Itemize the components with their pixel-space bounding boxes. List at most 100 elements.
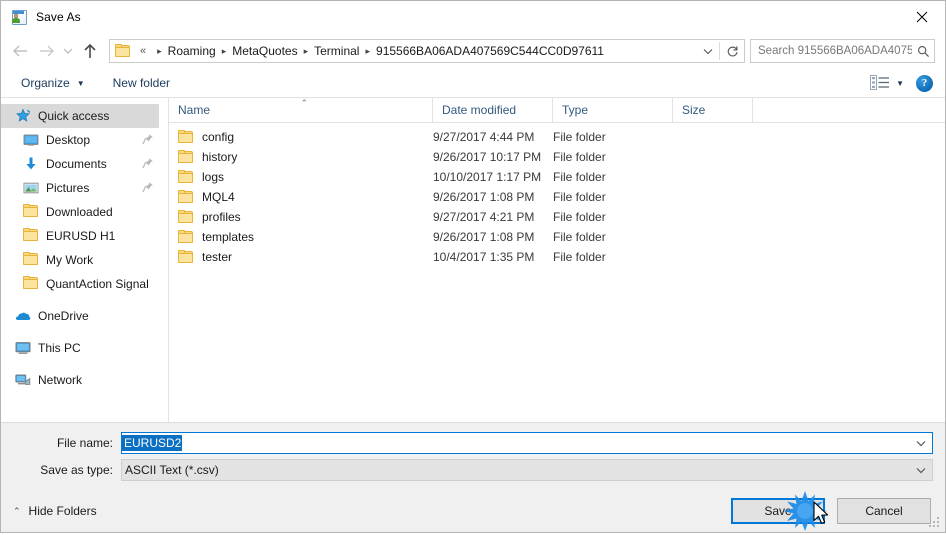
file-type: File folder xyxy=(553,130,606,144)
thispc-icon xyxy=(15,340,31,356)
column-header-name[interactable]: ⌃ Name xyxy=(169,98,433,122)
toolbar-right-group: ▼ ? xyxy=(870,69,933,97)
folder-icon xyxy=(178,210,194,224)
hide-folders-button[interactable]: ⌃ Hide Folders xyxy=(13,504,97,518)
breadcrumb-item-2[interactable]: Terminal xyxy=(314,44,359,58)
pin-icon[interactable] xyxy=(142,181,154,193)
sidebar-item-quantaction-signal[interactable]: QuantAction Signal xyxy=(1,272,168,296)
breadcrumb-overflow[interactable]: « xyxy=(140,45,146,57)
sidebar-item-my-work[interactable]: My Work xyxy=(1,248,168,272)
search-input[interactable]: Search 915566BA06ADA40756... xyxy=(751,45,912,57)
sidebar-label: EURUSD H1 xyxy=(46,229,116,243)
help-button[interactable]: ? xyxy=(916,74,933,92)
view-dropdown-caret-icon[interactable]: ▼ xyxy=(896,79,904,88)
new-folder-label: New folder xyxy=(112,76,170,90)
address-bar[interactable]: « ▸ Roaming ▸ MetaQuotes ▸ Terminal ▸ 91… xyxy=(109,39,745,63)
file-type: File folder xyxy=(553,190,606,204)
documents-icon xyxy=(23,156,39,172)
sidebar-label: Pictures xyxy=(46,181,90,195)
organize-button[interactable]: Organize ▼ xyxy=(15,72,91,94)
table-row[interactable]: logs 10/10/2017 1:17 PM File folder xyxy=(169,167,945,187)
folder-icon xyxy=(23,204,39,220)
column-headers: ⌃ Name Date modified Type Size xyxy=(169,98,945,123)
file-type: File folder xyxy=(553,210,606,224)
table-row[interactable]: config 9/27/2017 4:44 PM File folder xyxy=(169,127,945,147)
sidebar-item-onedrive[interactable]: OneDrive xyxy=(1,304,168,328)
sidebar-item-pictures[interactable]: Pictures xyxy=(1,176,168,200)
new-folder-button[interactable]: New folder xyxy=(107,72,176,94)
navigation-bar: « ▸ Roaming ▸ MetaQuotes ▸ Terminal ▸ 91… xyxy=(1,33,945,69)
refresh-button[interactable] xyxy=(720,40,744,62)
folder-icon xyxy=(23,276,39,292)
file-name: history xyxy=(202,150,238,164)
up-button[interactable] xyxy=(77,38,103,64)
close-button[interactable] xyxy=(899,1,945,32)
column-header-size[interactable]: Size xyxy=(673,98,753,122)
folder-icon xyxy=(178,190,194,204)
pin-icon[interactable] xyxy=(142,157,154,169)
sidebar-label: Network xyxy=(38,373,83,387)
pin-icon[interactable] xyxy=(142,133,154,145)
file-date: 9/26/2017 1:08 PM xyxy=(433,230,535,244)
view-options-icon[interactable] xyxy=(870,75,890,91)
table-row[interactable]: profiles 9/27/2017 4:21 PM File folder xyxy=(169,207,945,227)
cancel-button[interactable]: Cancel xyxy=(837,498,931,524)
chevron-down-icon xyxy=(703,48,713,54)
file-name: templates xyxy=(202,230,255,244)
recent-locations-button[interactable] xyxy=(59,38,77,64)
file-name: profiles xyxy=(202,210,241,224)
chevron-up-icon: ⌃ xyxy=(13,505,21,516)
column-label: Date modified xyxy=(442,103,517,117)
file-name-cell: logs xyxy=(169,170,433,184)
sidebar-item-desktop[interactable]: Desktop xyxy=(1,128,168,152)
folder-icon xyxy=(178,130,194,144)
address-dropdown-button[interactable] xyxy=(697,40,719,62)
save-as-type-select[interactable]: ASCII Text (*.csv) xyxy=(121,459,933,481)
address-folder-icon xyxy=(115,44,131,58)
sidebar-label: OneDrive xyxy=(38,309,89,323)
search-box[interactable]: Search 915566BA06ADA40756... xyxy=(750,39,935,63)
sidebar-item-downloaded[interactable]: Downloaded xyxy=(1,200,168,224)
back-button[interactable] xyxy=(7,38,33,64)
network-icon xyxy=(15,372,31,388)
column-header-type[interactable]: Type xyxy=(553,98,673,122)
up-arrow-icon xyxy=(84,43,96,58)
chevron-down-icon[interactable] xyxy=(910,460,932,480)
sidebar-item-eurusd-h1[interactable]: EURUSD H1 xyxy=(1,224,168,248)
save-button[interactable]: Save xyxy=(731,498,825,524)
table-row[interactable]: tester 10/4/2017 1:35 PM File folder xyxy=(169,247,945,267)
file-name-cell: config xyxy=(169,130,433,144)
file-name-cell: templates xyxy=(169,230,433,244)
footer-buttons: Save Cancel xyxy=(731,498,931,524)
table-row[interactable]: templates 9/26/2017 1:08 PM File folder xyxy=(169,227,945,247)
sidebar-item-this-pc[interactable]: This PC xyxy=(1,336,168,360)
sidebar-item-documents[interactable]: Documents xyxy=(1,152,168,176)
sidebar-item-network[interactable]: Network xyxy=(1,368,168,392)
column-header-filler xyxy=(753,98,945,122)
folder-icon xyxy=(178,250,194,264)
column-label: Name xyxy=(178,103,211,117)
table-row[interactable]: MQL4 9/26/2017 1:08 PM File folder xyxy=(169,187,945,207)
table-row[interactable]: history 9/26/2017 10:17 PM File folder xyxy=(169,147,945,167)
breadcrumb-item-3[interactable]: 915566BA06ADA407569C544CC0D97611 xyxy=(376,44,604,58)
breadcrumb-item-1[interactable]: MetaQuotes xyxy=(232,44,297,58)
file-name-input[interactable]: EURUSD2 xyxy=(121,432,933,454)
breadcrumb-item-0[interactable]: Roaming xyxy=(168,44,216,58)
file-type: File folder xyxy=(553,250,606,264)
file-name: logs xyxy=(202,170,225,184)
chevron-down-icon[interactable] xyxy=(910,433,932,453)
forward-button[interactable] xyxy=(33,38,59,64)
sidebar-label: Downloaded xyxy=(46,205,113,219)
file-name-value: EURUSD2 xyxy=(122,435,183,451)
sidebar-label: My Work xyxy=(46,253,94,267)
column-header-date-modified[interactable]: Date modified xyxy=(433,98,553,122)
sidebar-item-quick-access[interactable]: Quick access xyxy=(1,104,159,128)
column-label: Type xyxy=(562,103,589,117)
file-name-cell: MQL4 xyxy=(169,190,433,204)
file-date: 10/4/2017 1:35 PM xyxy=(433,250,535,264)
pictures-icon xyxy=(23,180,39,196)
sidebar-label: This PC xyxy=(38,341,81,355)
folder-icon xyxy=(178,170,194,184)
resize-grip[interactable] xyxy=(929,517,941,529)
folder-icon xyxy=(178,150,194,164)
